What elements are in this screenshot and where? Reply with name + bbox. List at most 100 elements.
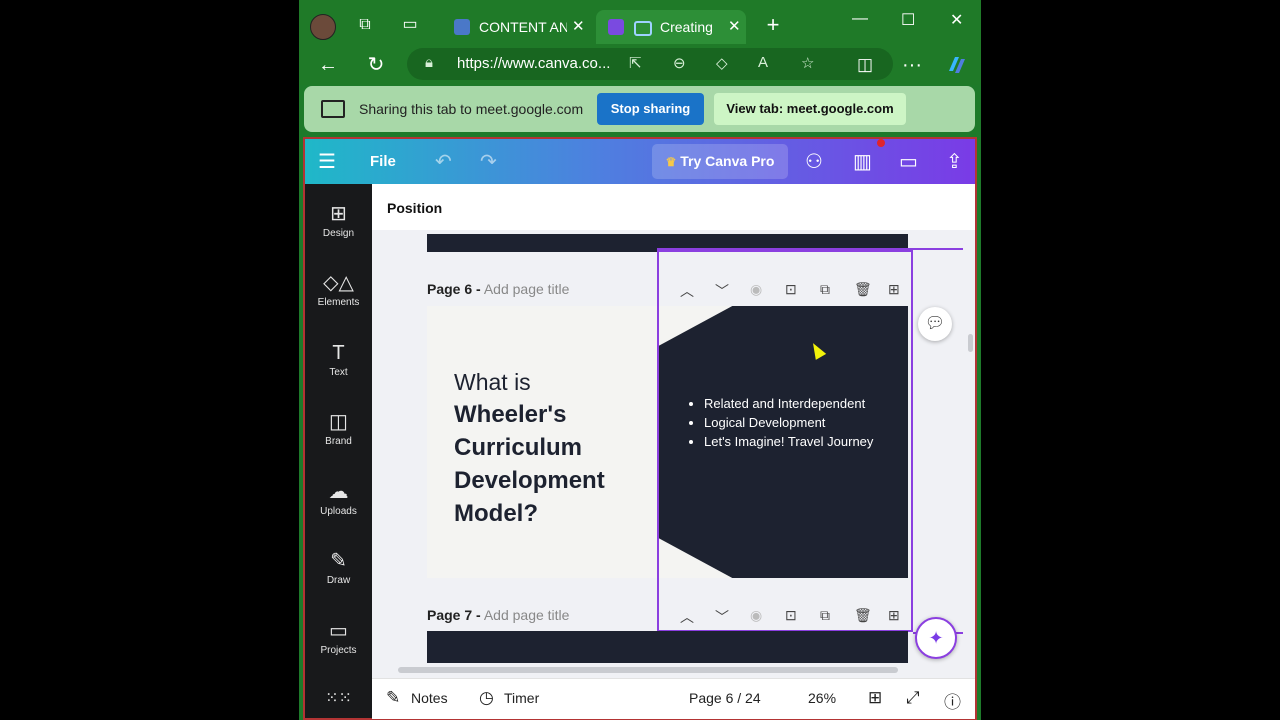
read-aloud-icon[interactable]: A	[758, 54, 768, 71]
design-icon: ⊞	[330, 203, 347, 225]
zoom-level[interactable]: 26%	[808, 690, 836, 706]
sidebar-label: Elements	[317, 297, 360, 308]
page-title-placeholder[interactable]: Add page title	[484, 607, 570, 623]
sidebar-item-design[interactable]: ⊞ Design	[305, 202, 372, 239]
sidebar-label: Draw	[326, 575, 351, 586]
view-tab-button[interactable]: View tab: meet.google.com	[714, 93, 906, 125]
zoom-icon[interactable]: ⊖	[673, 54, 686, 72]
notes-icon[interactable]: ✎	[386, 688, 400, 708]
try-canva-pro-button[interactable]: ♛ Try Canva Pro	[652, 144, 788, 179]
redo-icon[interactable]: ↷	[480, 149, 497, 174]
slide-heading[interactable]: What is Wheeler's Curriculum Development…	[454, 366, 605, 530]
sidebar-label: Design	[322, 228, 355, 239]
menu-icon[interactable]: ☰	[318, 149, 336, 174]
workspaces-icon[interactable]: ⧉	[355, 15, 375, 35]
sidebar-item-elements[interactable]: ◇△ Elements	[305, 271, 372, 308]
profile-avatar[interactable]	[310, 14, 336, 40]
sidebar-item-projects[interactable]: ▭ Projects	[305, 619, 372, 656]
try-pro-label: Try Canva Pro	[680, 153, 775, 169]
page-indicator[interactable]: Page 6 / 24	[689, 690, 761, 706]
uploads-icon: ☁	[328, 481, 349, 503]
sidebar-item-uploads[interactable]: ☁ Uploads	[305, 480, 372, 517]
projects-icon: ▭	[329, 620, 348, 642]
upload-share-icon[interactable]: ⇪	[946, 149, 963, 174]
page-number: Page 7 -	[427, 607, 481, 623]
copilot-icon[interactable]	[945, 53, 969, 77]
fullscreen-icon[interactable]: ⤢	[906, 688, 920, 708]
undo-icon[interactable]: ↶	[435, 149, 452, 174]
canva-editor: ☰ File ↶ ↷ ♛ Try Canva Pro ⚇ ▥ ▭ ⇪ ⊞ Des…	[303, 137, 977, 720]
sharing-message: Sharing this tab to meet.google.com	[359, 101, 584, 117]
heading-line: Curriculum	[454, 434, 583, 461]
horizontal-scrollbar[interactable]	[398, 667, 898, 673]
sidebar-item-text[interactable]: T Text	[305, 341, 372, 378]
address-bar[interactable]: 🔒︎ https://www.canva.co... ⇱ ⊖ ◇ A ☆	[407, 48, 893, 80]
page-6-label[interactable]: Page 6 - Add page title	[427, 281, 569, 297]
duplicate-icon[interactable]: ⧉	[820, 607, 830, 624]
close-icon[interactable]: ✕	[728, 10, 741, 44]
tag-icon[interactable]: ◇	[716, 54, 728, 72]
heading-line: What is	[454, 369, 531, 395]
refresh-icon[interactable]: ↻	[364, 53, 388, 77]
brand-icon: ◫	[329, 411, 348, 433]
comment-plus-icon: 💬︎	[924, 315, 946, 332]
file-menu[interactable]: File	[370, 153, 396, 170]
move-up-icon[interactable]: ︿	[680, 607, 694, 627]
canva-top-bar: ☰ File ↶ ↷ ♛ Try Canva Pro ⚇ ▥ ▭ ⇪	[305, 139, 975, 184]
back-icon[interactable]: ←	[316, 53, 340, 77]
crown-icon: ♛	[665, 155, 677, 169]
add-page-icon[interactable]: ⊞	[888, 607, 900, 624]
more-icon[interactable]: ···	[900, 53, 924, 77]
tab-strip: ⧉ ▭ CONTENT ANA ✕ Creating a ✕ + — ☐ ✕	[299, 0, 981, 50]
page-7-label[interactable]: Page 7 - Add page title	[427, 607, 569, 623]
position-title: Position	[387, 200, 443, 216]
maximize-icon[interactable]: ☐	[901, 10, 915, 30]
elements-icon: ◇△	[323, 272, 354, 294]
share-people-icon[interactable]: ⚇	[805, 149, 823, 174]
minimize-icon[interactable]: —	[852, 10, 868, 28]
magic-assistant-button[interactable]: ✦	[915, 617, 957, 659]
tab-actions-icon[interactable]: ▭	[400, 15, 420, 35]
canva-sidebar: ⊞ Design ◇△ Elements T Text ◫ Brand ☁ Up…	[305, 184, 372, 718]
tab-creating[interactable]: Creating a ✕	[596, 10, 746, 44]
page-title-placeholder[interactable]: Add page title	[484, 281, 570, 297]
new-tab-icon[interactable]: +	[763, 14, 783, 36]
lock-icon[interactable]: 🔒︎	[425, 54, 433, 71]
timer-button[interactable]: Timer	[504, 690, 539, 706]
lock-icon[interactable]: ⊡	[785, 607, 797, 624]
page-number: Page 6 -	[427, 281, 481, 297]
move-down-icon[interactable]: ﹀	[715, 607, 729, 627]
present-icon[interactable]: ▭	[899, 149, 918, 174]
text-icon: T	[332, 342, 345, 364]
tab-label: Creating a	[660, 19, 716, 35]
window-close-icon[interactable]: ✕	[950, 10, 963, 30]
close-icon[interactable]: ✕	[572, 10, 585, 44]
sidebar-item-brand[interactable]: ◫ Brand	[305, 410, 372, 447]
sidebar-item-draw[interactable]: ✎ Draw	[305, 549, 372, 586]
apps-grid[interactable]: ⁙⁙	[305, 687, 372, 713]
heading-line: Development	[454, 467, 605, 494]
open-app-icon[interactable]: ⇱	[629, 54, 642, 72]
insights-chart-icon[interactable]: ▥	[853, 149, 872, 174]
canva-favicon-icon	[608, 19, 624, 35]
help-icon[interactable]: ⓘ	[944, 688, 961, 713]
add-comment-button[interactable]: 💬︎	[918, 307, 952, 341]
timer-icon[interactable]: ◷	[479, 688, 494, 708]
hide-icon[interactable]: ◉	[750, 607, 762, 624]
sparkle-icon: ✦	[928, 628, 944, 648]
favorite-icon[interactable]: ☆	[801, 54, 814, 72]
canva-bottom-bar: ✎ Notes ◷ Timer Page 6 / 24 26% ⊞ ⤢ ⓘ	[372, 678, 975, 719]
notes-button[interactable]: Notes	[411, 690, 448, 706]
selection-box[interactable]	[657, 250, 913, 632]
slide-page-7[interactable]	[427, 631, 908, 663]
grid-view-icon[interactable]: ⊞	[868, 688, 882, 708]
apps-grid-icon: ⁙⁙	[325, 690, 352, 707]
position-panel-header: Position	[372, 184, 975, 230]
tab-content[interactable]: CONTENT ANA ✕	[444, 10, 594, 44]
stop-sharing-button[interactable]: Stop sharing	[597, 93, 704, 125]
phone-screen: ⧉ ▭ CONTENT ANA ✕ Creating a ✕ + — ☐ ✕ ←…	[299, 0, 981, 720]
notification-dot	[877, 139, 885, 147]
delete-icon[interactable]: 🗑︎	[854, 607, 872, 624]
split-screen-icon[interactable]: ◫	[853, 53, 877, 77]
vertical-scrollbar[interactable]	[968, 334, 973, 352]
